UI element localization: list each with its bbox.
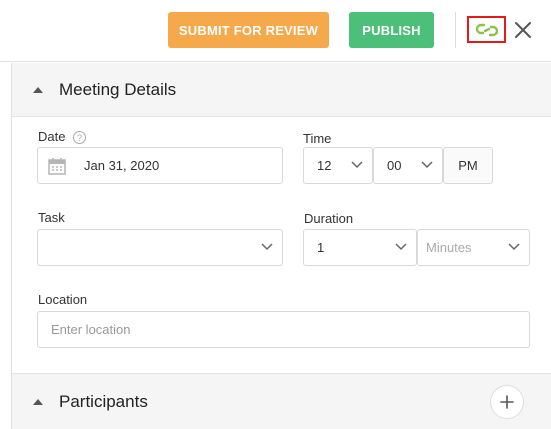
date-label: Date: [38, 129, 66, 144]
collapse-caret-icon[interactable]: [33, 398, 43, 405]
chevron-down-icon: [395, 243, 407, 251]
meeting-panel: Meeting Details Date ? Jan 31, 2020 Time…: [11, 63, 551, 429]
chevron-down-icon: [261, 243, 273, 251]
meeting-details-title: Meeting Details: [59, 79, 177, 99]
toolbar-divider: [455, 12, 456, 48]
plus-icon: [500, 395, 514, 409]
task-label: Task: [38, 210, 65, 225]
duration-unit-select[interactable]: Minutes: [417, 229, 530, 266]
meeting-details-header[interactable]: Meeting Details: [12, 63, 551, 117]
time-minute-value: 00: [387, 158, 402, 173]
location-input[interactable]: Enter location: [37, 311, 530, 348]
location-placeholder: Enter location: [51, 322, 131, 337]
meridiem-value: PM: [458, 158, 478, 173]
calendar-icon: [48, 158, 66, 175]
chevron-down-icon: [351, 161, 363, 169]
duration-value: 1: [317, 240, 325, 255]
location-label: Location: [38, 292, 88, 307]
participants-title: Participants: [59, 391, 148, 411]
meridiem-toggle[interactable]: PM: [443, 147, 493, 184]
time-minute-select[interactable]: 00: [373, 147, 443, 184]
publish-button[interactable]: PUBLISH: [349, 12, 434, 48]
time-hour-value: 12: [317, 158, 332, 173]
link-sync-button[interactable]: [467, 16, 506, 43]
collapse-caret-icon[interactable]: [33, 86, 43, 93]
duration-select[interactable]: 1: [303, 229, 417, 266]
link-sync-icon: [475, 23, 498, 36]
duration-label: Duration: [304, 211, 354, 226]
task-select[interactable]: [37, 229, 283, 266]
help-icon[interactable]: ?: [73, 131, 86, 144]
add-participant-button[interactable]: [490, 385, 524, 419]
close-icon[interactable]: [512, 19, 534, 41]
chevron-down-icon: [508, 243, 520, 251]
chevron-down-icon: [421, 161, 433, 169]
time-hour-select[interactable]: 12: [303, 147, 373, 184]
date-field[interactable]: Jan 31, 2020: [37, 147, 283, 184]
date-value: Jan 31, 2020: [84, 158, 160, 173]
duration-unit-placeholder: Minutes: [426, 240, 472, 255]
top-toolbar: SUBMIT FOR REVIEW PUBLISH: [0, 0, 551, 62]
time-label: Time: [303, 131, 332, 146]
submit-for-review-button[interactable]: SUBMIT FOR REVIEW: [168, 12, 329, 48]
participants-header[interactable]: Participants: [12, 373, 551, 429]
